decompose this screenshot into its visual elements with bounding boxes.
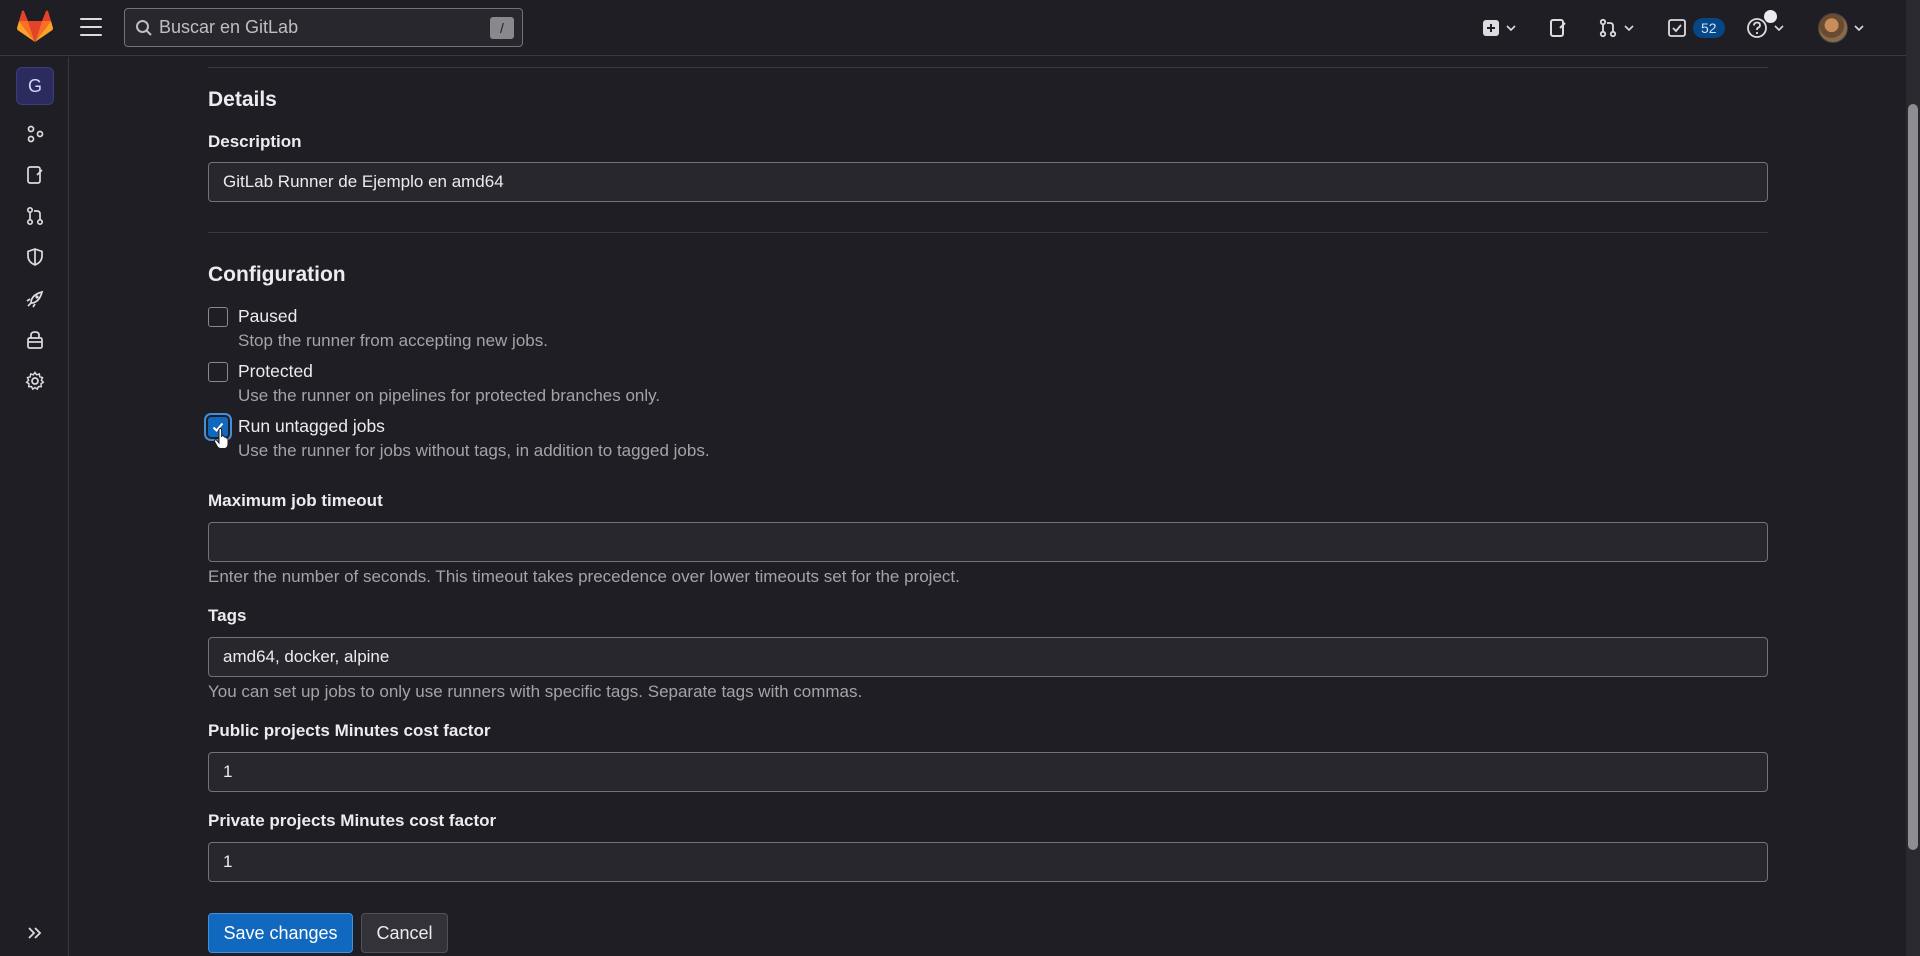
paused-label[interactable]: Paused [238,306,297,327]
todos-button[interactable]: 52 [1667,14,1725,42]
timeout-input[interactable] [208,522,1768,562]
chevron-down-icon [1506,25,1516,32]
avatar [1818,13,1848,43]
merge-request-icon [1599,18,1617,38]
search-placeholder: Buscar en GitLab [159,17,299,37]
expand-sidebar-icon[interactable] [24,922,46,944]
description-value: GitLab Runner de Ejemplo en amd64 [223,172,504,191]
sidebar-item-code[interactable] [22,203,48,229]
configuration-heading: Configuration [208,263,346,286]
private-cost-input[interactable]: 1 [208,842,1768,882]
chevron-down-icon [1854,25,1864,32]
top-bar: Buscar en GitLab / 52 [0,0,1906,56]
plus-square-icon [1483,20,1499,36]
protected-label[interactable]: Protected [238,361,313,382]
timeout-help: Enter the number of seconds. This timeou… [208,567,960,586]
tags-input[interactable]: amd64, docker, alpine [208,637,1768,677]
description-label: Description [208,132,302,151]
issues-button[interactable] [1548,14,1568,42]
public-cost-input[interactable]: 1 [208,752,1768,792]
cancel-button[interactable]: Cancel [361,913,448,953]
todo-icon [1668,19,1686,37]
issues-icon [1550,19,1566,37]
private-cost-label: Private projects Minutes cost factor [208,811,497,830]
user-menu-button[interactable] [1818,13,1864,43]
sidebar-item-manage[interactable] [22,121,48,147]
shield-icon [27,248,43,266]
sidebar-item-operate[interactable] [22,327,48,353]
scrollbar-thumb[interactable] [1908,104,1918,850]
sidebar-item-plan[interactable] [22,162,48,188]
details-heading: Details [208,88,277,111]
notification-dot [1764,10,1777,23]
divider [208,232,1768,233]
run-untagged-help: Use the runner for jobs without tags, in… [238,441,710,460]
gear-icon [25,371,45,391]
manage-icon [27,125,44,143]
gitlab-logo-icon[interactable] [17,10,53,44]
tags-help: You can set up jobs to only use runners … [208,682,863,701]
page-scrollbar[interactable] [1906,0,1920,956]
merge-requests-button[interactable] [1598,14,1634,42]
sidebar: G [0,57,69,956]
tags-value: amd64, docker, alpine [223,647,390,666]
description-input[interactable]: GitLab Runner de Ejemplo en amd64 [208,162,1768,202]
package-icon [27,331,43,349]
private-cost-value: 1 [223,852,233,871]
divider [208,67,1768,68]
chevron-down-icon [1774,25,1784,32]
chevron-down-icon [1624,25,1634,32]
timeout-label: Maximum job timeout [208,491,383,510]
tags-label: Tags [208,606,247,625]
plan-icon [27,166,43,184]
protected-checkbox[interactable] [208,362,228,382]
project-avatar[interactable]: G [16,67,54,105]
menu-toggle-icon[interactable] [78,15,104,39]
run-untagged-label[interactable]: Run untagged jobs [238,416,385,437]
todo-count-badge: 52 [1693,18,1725,38]
public-cost-value: 1 [223,762,233,781]
public-cost-label: Public projects Minutes cost factor [208,721,491,740]
paused-checkbox[interactable] [208,307,228,327]
search-icon [136,19,152,36]
hand-cursor-icon [213,428,229,449]
protected-help: Use the runner on pipelines for protecte… [238,386,661,405]
rocket-icon [26,290,44,308]
search-input[interactable]: Buscar en GitLab / [124,8,523,47]
sidebar-item-settings[interactable] [22,368,48,394]
create-new-button[interactable] [1482,14,1516,42]
paused-help: Stop the runner from accepting new jobs. [238,331,548,350]
sidebar-item-deploy[interactable] [22,286,48,312]
code-icon [26,206,44,226]
sidebar-item-secure[interactable] [22,244,48,270]
search-shortcut-badge: / [490,17,514,39]
save-changes-button[interactable]: Save changes [208,913,353,953]
